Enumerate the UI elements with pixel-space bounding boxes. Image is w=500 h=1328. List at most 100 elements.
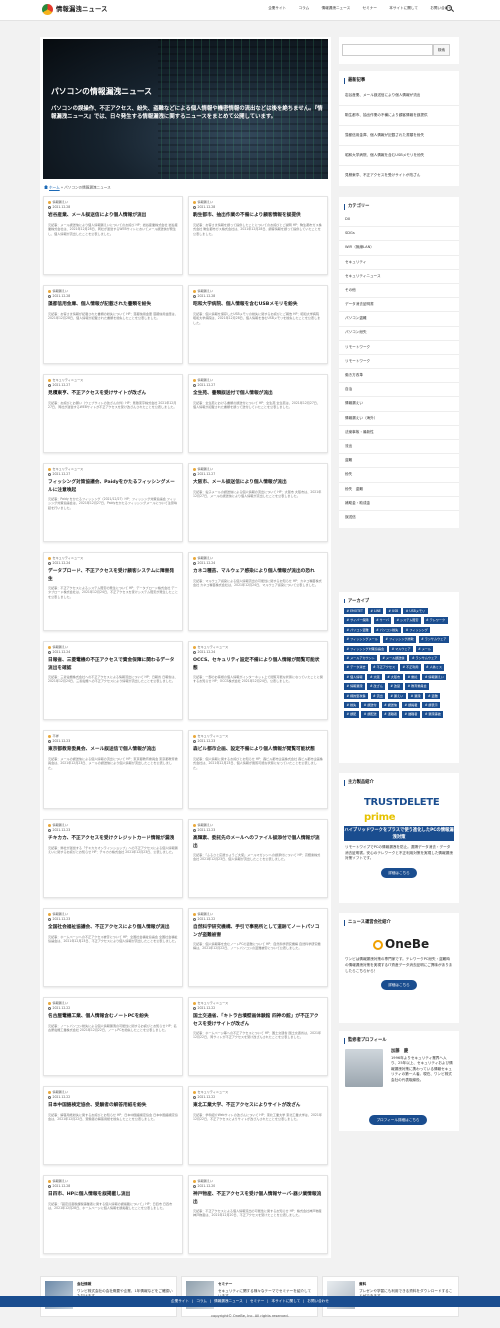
nav-item-seminar[interactable]: セミナー: [356, 6, 383, 11]
tag-item[interactable]: フィッシング詐欺: [382, 636, 417, 643]
tag-item[interactable]: 紛失: [344, 702, 359, 709]
article-card[interactable]: 情報漏えい 2021.12.28 藻都信用金庫、個人情報が記載された書類を紛失 元記事…: [43, 285, 183, 364]
article-title[interactable]: 国土交通省、「キトラ古墳壁画体験館 四神の館」が不正アクセスを受けサイトが改ざん: [193, 1013, 323, 1027]
article-title[interactable]: OCCS、セキュリティ設定不備により個人情報が閲覧可能状態: [193, 657, 323, 671]
tag-item[interactable]: メール: [415, 645, 434, 653]
category-item[interactable]: リモートワーク: [339, 341, 459, 355]
tag-item[interactable]: データ消去: [344, 664, 369, 671]
tag-item[interactable]: フィッシングメール: [344, 636, 381, 643]
article-card[interactable]: セキュリティニュース 2021.12.27 見積東亨、不正アクセスを受けサイトが改ざ…: [43, 374, 183, 453]
article-title[interactable]: カネコ種苗、マルウェア感染により個人情報が流出の恐れ: [193, 568, 323, 575]
tag-item[interactable]: パソコン紛失: [373, 626, 401, 634]
tag-item[interactable]: ランサムウェア: [418, 636, 449, 643]
recent-post-item[interactable]: 藻都信用金庫、個人情報が記載された書類を紛失: [339, 126, 459, 146]
nav-item-corporate[interactable]: 企業サイト: [262, 6, 292, 11]
tag-item[interactable]: サイバー保険: [344, 617, 372, 624]
article-card[interactable]: 情報漏えい 2021.12.23 全国社会福祉協議会、不正アクセスにより個人情報が流…: [43, 908, 183, 987]
article-card[interactable]: 情報漏えい 2021.12.20 神戸物産、不正アクセスを受け個人情報サーバ-器ジ業…: [188, 1175, 328, 1254]
article-card[interactable]: セキュリティニュース 2021.12.24 データブロード、不正アクセスを受け顧客シ…: [43, 552, 183, 631]
company-detail-button[interactable]: 詳細はこちら: [381, 980, 417, 991]
tag-item[interactable]: 個人情報: [344, 673, 365, 681]
category-item[interactable]: 働き方改革: [339, 369, 459, 384]
category-item[interactable]: 紛失: [339, 468, 459, 483]
article-title[interactable]: データブロード、不正アクセスを受け顧客システムに障害発生: [48, 568, 178, 582]
tag-item[interactable]: 誤配送: [361, 711, 380, 718]
category-item[interactable]: セキュリティ: [339, 256, 459, 270]
nav-item-column[interactable]: コラム: [292, 6, 315, 11]
article-title[interactable]: フィッシング対策協議会、Paidyをかたるフィッシングメールに注意喚起: [48, 479, 178, 493]
tag-item[interactable]: 情報漏洩: [344, 683, 365, 690]
tag-item[interactable]: 不正利用: [400, 664, 421, 671]
category-item[interactable]: 自治: [339, 383, 459, 398]
tag-item[interactable]: 誤表示: [422, 702, 441, 709]
article-card[interactable]: 不祥 2021.12.23 東京都教育委員会、メール誤送信で個人情報が流出 元記事：メ…: [43, 730, 183, 809]
tag-item[interactable]: 退職者: [381, 711, 400, 718]
footer-link-column[interactable]: コラム: [193, 1299, 210, 1304]
tag-item[interactable]: テレワーク: [423, 617, 448, 624]
tag-item[interactable]: 誤配: [344, 711, 359, 718]
article-card[interactable]: 情報漏えい 2021.12.28 岩谷産業、メール誤送信により個人情報が流出 元記事：…: [43, 196, 183, 275]
category-item[interactable]: 補助金・助成金: [339, 497, 459, 511]
article-card[interactable]: 情報漏えい 2021.12.28 日四市、HPに個人情報を誤掲載し流出 元記事：「固定…: [43, 1175, 183, 1254]
footer-link-seminar[interactable]: セミナー: [247, 1299, 267, 1304]
article-title[interactable]: 日報省、三菱電機の不正アクセスで資金保障に関わるデータ流出を確認: [48, 657, 178, 671]
article-card[interactable]: セキュリティニュース 2021.12.22 東北工業大学、不正アクセスによりサイトが…: [188, 1086, 328, 1165]
article-card[interactable]: セキュリティニュース 2021.12.23 森ビル都市企画、設定不備により個人情報が…: [188, 730, 328, 809]
article-card[interactable]: 情報漏えい 2021.12.23 高輝素、委託先のメールへのファイル誤添付で個人情報…: [188, 819, 328, 898]
tag-item[interactable]: LINE: [367, 608, 384, 615]
tag-item[interactable]: 委託: [405, 673, 420, 681]
tag-item[interactable]: マルウェア: [389, 645, 414, 653]
recent-post-item[interactable]: 岩谷産業、メール誤送信により個人情報が流出: [339, 86, 459, 106]
article-title[interactable]: 駒生都市、抽出作業の不備により顧客情報を誤提供: [193, 212, 323, 219]
category-item[interactable]: その他: [339, 284, 459, 299]
article-title[interactable]: 見積東亨、不正アクセスを受けサイトが改ざん: [48, 390, 178, 397]
article-card[interactable]: 情報漏えい 2021.12.28 昭和大学病院、個人情報を含むUSBメモリを紛失 元記…: [188, 285, 328, 364]
article-card[interactable]: 情報漏えい 2021.12.22 日本中国語検定協会、受験者の解答用紙を紛失 元記事：…: [43, 1086, 183, 1165]
article-title[interactable]: 日四市、HPに個人情報を誤掲載し流出: [48, 1191, 178, 1198]
tag-item[interactable]: メールアカウント: [344, 655, 378, 662]
tag-item[interactable]: パソコン盗難: [344, 626, 372, 634]
footer-link-news[interactable]: 情報漏洩ニュース: [211, 1299, 246, 1304]
tag-item[interactable]: 情報漏えい: [422, 673, 447, 681]
article-card[interactable]: セキュリティニュース 2021.12.24 OCCS、セキュリティ設定不備により個人…: [188, 641, 328, 720]
tag-item[interactable]: 誤送付: [361, 702, 380, 709]
site-logo[interactable]: 情報漏洩ニュース: [42, 4, 108, 15]
tag-item[interactable]: 改ざん: [367, 683, 386, 690]
tag-item[interactable]: USB: [385, 608, 401, 615]
tag-item[interactable]: EMOTET: [344, 608, 366, 615]
category-item[interactable]: DX: [339, 213, 459, 228]
tag-item[interactable]: USBメモリ: [403, 608, 428, 615]
article-title[interactable]: 全生苑、書類誤送付で個人情報が流出: [193, 390, 323, 397]
article-title[interactable]: 名古屋電機工業、個人情報含むノートPCを紛失: [48, 1013, 178, 1020]
nav-item-about[interactable]: 本サイトに関して: [383, 6, 424, 11]
footer-link-corporate[interactable]: 企業サイト: [168, 1299, 192, 1304]
tag-item[interactable]: 大阪: [367, 673, 383, 681]
tag-item[interactable]: 漏えい: [387, 692, 406, 700]
article-title[interactable]: 自然科学研究機構、手引で事務所として道跡てノートパソコンが盗難被害: [193, 924, 323, 938]
article-title[interactable]: チキカカ、不正アクセスを受けクレジットカード情報が漏洩: [48, 835, 178, 842]
category-item[interactable]: 情報漏えい: [339, 397, 459, 412]
article-card[interactable]: 情報漏えい 2021.12.27 全生苑、書類誤送付で個人情報が流出 元記事：全生苑に…: [188, 374, 328, 453]
article-title[interactable]: 東北工業大学、不正アクセスによりサイトが改ざん: [193, 1102, 323, 1109]
tag-item[interactable]: サーバ: [373, 617, 392, 624]
article-title[interactable]: 神戸物産、不正アクセスを受け個人情報サーバ-器ジ業情報流出: [193, 1191, 323, 1205]
category-item[interactable]: 誤送信: [339, 511, 459, 525]
category-item[interactable]: データ消去証明書: [339, 298, 459, 313]
tag-item[interactable]: 教育委員会: [405, 683, 430, 690]
tag-item[interactable]: ランサムウェア: [409, 655, 440, 662]
article-card[interactable]: 情報漏えい 2021.12.23 チキカカ、不正アクセスを受けクレジットカード情報が…: [43, 819, 183, 898]
category-item[interactable]: SDGs: [339, 227, 459, 242]
article-card[interactable]: 情報漏えい 2021.12.27 大阪市、メール誤送信により個人情報が流出 元記事：電…: [188, 463, 328, 542]
tag-item[interactable]: メール誤送信: [379, 655, 407, 662]
footer-link-about[interactable]: 本サイトに関して: [269, 1299, 304, 1304]
tag-item[interactable]: 標的型攻撃: [344, 692, 369, 700]
article-title[interactable]: 高輝素、委託先のメールへのファイル誤添付で個人情報が流出: [193, 835, 323, 849]
category-item[interactable]: パソコン盗難: [339, 312, 459, 327]
article-title[interactable]: 昭和大学病院、個人情報を含むUSBメモリを紛失: [193, 301, 323, 308]
tag-item[interactable]: 大阪市: [384, 673, 403, 681]
article-title[interactable]: 日本中国語検定協会、受験者の解答用紙を紛失: [48, 1102, 178, 1109]
tag-item[interactable]: 漏洩事故: [422, 711, 444, 718]
category-item[interactable]: 紛失 盗難: [339, 483, 459, 497]
tag-item[interactable]: 流出: [370, 692, 386, 700]
category-item[interactable]: 盗難: [339, 454, 459, 469]
